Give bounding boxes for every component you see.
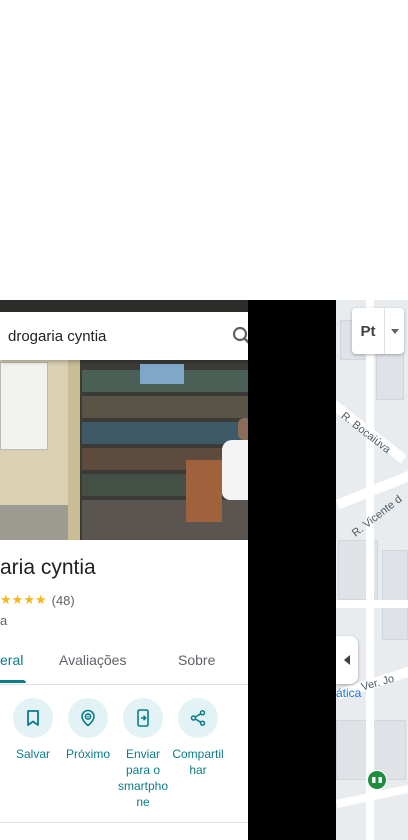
language-layer-button[interactable]: Pt [352, 308, 404, 354]
empty-header-area [0, 0, 408, 300]
place-title: aria cyntia [0, 556, 96, 579]
place-tabs: eral Avaliações Sobre [0, 636, 248, 685]
tab-about[interactable]: Sobre [178, 652, 215, 668]
layer-label: Pt [360, 322, 376, 340]
send-to-phone-label: Enviar para o smartphone [117, 747, 169, 809]
star-icon: ★ [11, 592, 24, 607]
panel-gutter [248, 300, 336, 840]
tab-active-indicator [0, 680, 26, 683]
place-category[interactable]: a [0, 613, 7, 628]
nearby-icon [68, 698, 108, 738]
divider [0, 822, 248, 823]
nearby-label: Próximo [65, 747, 110, 761]
send-to-phone-icon [123, 698, 163, 738]
share-label: Compartilhar [172, 747, 224, 777]
map-canvas[interactable]: R. Bocaiúva R. Vicente d Ver. Jo ática [336, 300, 408, 840]
star-icon: ★ [23, 592, 35, 607]
rating-stars: ★ ★ ★ ★ [0, 592, 47, 608]
review-count[interactable]: (48) [52, 593, 75, 608]
send-to-phone-button[interactable]: Enviar para o smartphone [115, 698, 171, 810]
star-icon: ★ [0, 592, 12, 607]
search-input[interactable] [8, 324, 208, 348]
star-icon: ★ [34, 592, 47, 607]
rating-row[interactable]: ★ ★ ★ ★ (48) [0, 592, 75, 608]
map-pin-icon[interactable] [365, 768, 389, 796]
chevron-left-icon [344, 655, 350, 665]
bookmark-icon [13, 698, 53, 738]
nearby-button[interactable]: Próximo [60, 698, 116, 762]
save-label: Salvar [15, 747, 50, 761]
action-buttons: Salvar Próximo Enviar para o smartphone … [0, 698, 248, 818]
poi-label[interactable]: ática [336, 686, 361, 700]
save-button[interactable]: Salvar [5, 698, 61, 762]
share-icon [178, 698, 218, 738]
place-panel: aria cyntia ★ ★ ★ ★ (48) a eral Avaliaçõ… [0, 300, 248, 840]
tab-reviews[interactable]: Avaliações [59, 652, 126, 668]
collapse-panel-button[interactable] [336, 636, 358, 684]
tab-overview[interactable]: eral [0, 652, 23, 668]
share-button[interactable]: Compartilhar [170, 698, 226, 778]
caret-down-icon[interactable] [384, 308, 404, 354]
